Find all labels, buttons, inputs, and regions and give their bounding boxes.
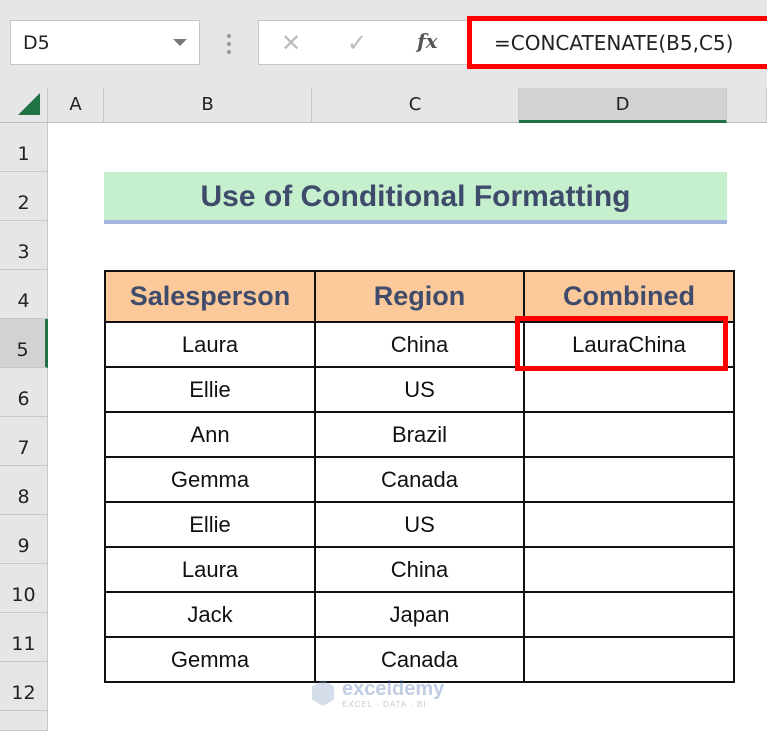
column-header-c[interactable]: C [312, 88, 519, 123]
row-header-2[interactable]: 2 [0, 172, 48, 221]
formula-input[interactable]: =CONCATENATE(B5,C5) [467, 16, 767, 69]
cell-salesperson[interactable]: Laura [104, 546, 316, 593]
select-all-button[interactable] [0, 88, 48, 123]
cell-combined[interactable] [523, 366, 735, 413]
row-header-4[interactable]: 4 [0, 270, 48, 319]
cell-combined[interactable] [523, 546, 735, 593]
cell-salesperson[interactable]: Gemma [104, 636, 316, 683]
cancel-icon[interactable]: ✕ [281, 29, 301, 58]
formula-buttons: ✕ ✓ fx [258, 20, 470, 65]
row-header-7[interactable]: 7 [0, 417, 48, 466]
formula-bar-area: D5 ✕ ✓ fx =CONCATENATE(B5,C5) [0, 0, 767, 88]
row-header-8[interactable]: 8 [0, 466, 48, 515]
table-row: Ann Brazil [104, 411, 735, 458]
table-row: Ellie US [104, 501, 735, 548]
cell-region[interactable]: Japan [314, 591, 525, 638]
row-header-10[interactable]: 10 [0, 564, 48, 613]
cell-combined[interactable]: LauraChina [523, 321, 735, 368]
cell-combined[interactable] [523, 636, 735, 683]
drag-handle-icon[interactable] [227, 34, 231, 58]
cell-region[interactable]: China [314, 321, 525, 368]
cell-combined[interactable] [523, 456, 735, 503]
cell-combined[interactable] [523, 411, 735, 458]
column-header-b[interactable]: B [104, 88, 312, 123]
formula-text: =CONCATENATE(B5,C5) [494, 31, 734, 55]
select-all-icon [18, 93, 40, 115]
cell-salesperson[interactable]: Jack [104, 591, 316, 638]
name-box-value: D5 [23, 32, 50, 54]
sheet-title[interactable]: Use of Conditional Formatting [104, 172, 727, 224]
row-header-13[interactable] [0, 711, 48, 731]
cell-region[interactable]: China [314, 546, 525, 593]
table-row: Gemma Canada [104, 456, 735, 503]
data-table: Salesperson Region Combined Laura China La… [104, 270, 735, 683]
table-header-row: Salesperson Region Combined [104, 270, 735, 323]
row-header-1[interactable]: 1 [0, 123, 48, 172]
exceldemy-logo-icon [312, 680, 334, 706]
column-header-a[interactable]: A [48, 88, 104, 123]
cell-salesperson[interactable]: Gemma [104, 456, 316, 503]
column-header-e[interactable] [727, 88, 767, 123]
row-header-9[interactable]: 9 [0, 515, 48, 564]
watermark: exceldemy EXCEL · DATA · BI [312, 678, 452, 712]
table-row: Jack Japan [104, 591, 735, 638]
cell-combined[interactable] [523, 591, 735, 638]
chevron-down-icon[interactable] [173, 39, 187, 46]
table-row: Gemma Canada [104, 636, 735, 683]
cell-salesperson[interactable]: Ann [104, 411, 316, 458]
enter-icon[interactable]: ✓ [347, 29, 367, 58]
header-region[interactable]: Region [314, 270, 525, 323]
row-header-6[interactable]: 6 [0, 368, 48, 417]
table-row: Laura China [104, 546, 735, 593]
cell-salesperson[interactable]: Ellie [104, 366, 316, 413]
cell-salesperson[interactable]: Laura [104, 321, 316, 368]
cell-region[interactable]: Brazil [314, 411, 525, 458]
header-combined[interactable]: Combined [523, 270, 735, 323]
watermark-tagline: EXCEL · DATA · BI [342, 700, 427, 709]
cell-region[interactable]: Canada [314, 456, 525, 503]
header-salesperson[interactable]: Salesperson [104, 270, 316, 323]
row-header-3[interactable]: 3 [0, 221, 48, 270]
cell-region[interactable]: Canada [314, 636, 525, 683]
row-header-5[interactable]: 5 [0, 319, 48, 368]
cell-region[interactable]: US [314, 501, 525, 548]
cell-region[interactable]: US [314, 366, 525, 413]
row-header-11[interactable]: 11 [0, 613, 48, 662]
table-row: Ellie US [104, 366, 735, 413]
cell-combined[interactable] [523, 501, 735, 548]
row-header-12[interactable]: 12 [0, 662, 48, 711]
name-box[interactable]: D5 [10, 20, 200, 65]
cell-salesperson[interactable]: Ellie [104, 501, 316, 548]
insert-function-icon[interactable]: fx [417, 29, 438, 53]
table-row: Laura China LauraChina [104, 321, 735, 368]
column-header-d[interactable]: D [519, 88, 727, 123]
